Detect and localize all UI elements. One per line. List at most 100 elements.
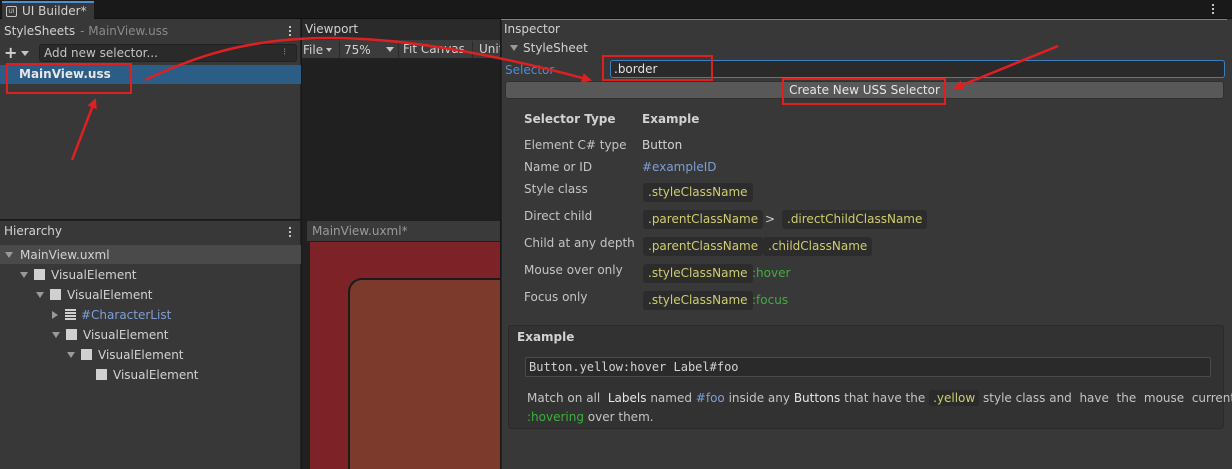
- collapsed-arrow-icon[interactable]: [52, 310, 58, 319]
- hierarchy-node-label: #CharacterList: [81, 307, 172, 322]
- file-menu-label: File: [303, 42, 324, 57]
- visual-element-icon: [66, 329, 77, 340]
- row-label-hover: Mouse over only: [524, 263, 623, 277]
- desc-text: the: [1116, 391, 1137, 405]
- window-tab-bar: [0, 0, 1232, 19]
- example-class-tag: .styleClassName: [643, 183, 753, 202]
- example-direct-child-tag: .directChildClassName: [782, 210, 928, 229]
- hierarchy-node[interactable]: #CharacterList: [52, 305, 171, 324]
- chevron-down-icon: [326, 47, 333, 52]
- inspector-title: Inspector: [504, 22, 560, 36]
- canvas-border-element[interactable]: [348, 278, 500, 469]
- expand-arrow-icon[interactable]: [52, 331, 60, 338]
- example-description-line-1: Match on all Labels named #foo inside an…: [527, 390, 1232, 408]
- annotation-box-selector-input: [602, 55, 713, 81]
- stylesheets-menu-icon[interactable]: [286, 26, 294, 36]
- table-header-type: Selector Type: [524, 112, 616, 126]
- viewport-title: Viewport: [305, 22, 359, 36]
- row-label-class: Style class: [524, 182, 588, 196]
- hierarchy-node-label: VisualElement: [51, 267, 137, 282]
- expand-arrow-icon[interactable]: [67, 351, 75, 358]
- fit-canvas-button[interactable]: Fit Canvas: [398, 41, 468, 58]
- selector-label: Selector: [505, 63, 555, 77]
- hierarchy-node-label: VisualElement: [83, 327, 169, 342]
- example-focus-pseudo: :focus: [752, 293, 789, 307]
- unity-menu-label: Unit: [479, 42, 500, 56]
- example-hover-class-tag: .styleClassName: [643, 264, 753, 283]
- zoom-value: 75%: [344, 42, 371, 57]
- add-selector-options-icon[interactable]: ⁝: [283, 47, 286, 59]
- document-title: MainView.uxml*: [312, 224, 408, 238]
- desc-yellow-tag: .yellow: [929, 390, 980, 406]
- row-label-focus: Focus only: [524, 290, 588, 304]
- list-view-icon: [65, 309, 76, 320]
- fit-canvas-label: Fit Canvas: [403, 42, 465, 56]
- chevron-down-icon: [386, 47, 394, 52]
- example-focus-class-tag: .styleClassName: [643, 291, 753, 310]
- example-direct-parent-tag: .parentClassName: [643, 210, 764, 229]
- desc-text: style class and: [983, 391, 1072, 405]
- desc-text: named: [650, 391, 692, 405]
- desc-text: that have the: [844, 391, 926, 405]
- visual-element-icon: [50, 289, 61, 300]
- zoom-dropdown[interactable]: 75%: [339, 41, 397, 58]
- row-label-direct-child: Direct child: [524, 209, 593, 223]
- example-code: Button.yellow:hover Label#foo: [529, 360, 739, 374]
- stylesheets-subtitle: - MainView.uss: [80, 23, 169, 38]
- example-element-type: Button: [642, 138, 683, 152]
- example-box-title: Example: [517, 330, 575, 344]
- desc-text: Match on all: [527, 391, 601, 405]
- example-depth-parent-tag: .parentClassName: [643, 237, 764, 256]
- unity-menu-truncated[interactable]: Unit: [472, 41, 500, 58]
- hierarchy-root-row[interactable]: MainView.uxml: [0, 245, 301, 264]
- example-direct-separator: >: [765, 212, 776, 226]
- annotation-box-stylesheet: [6, 63, 132, 94]
- desc-text: over them.: [587, 410, 654, 424]
- desc-text: inside any: [728, 391, 790, 405]
- expand-arrow-icon: [510, 45, 518, 51]
- hierarchy-menu-icon[interactable]: [286, 227, 294, 237]
- visual-element-icon: [96, 369, 107, 380]
- hierarchy-node-label: VisualElement: [98, 347, 184, 362]
- chevron-down-icon: [21, 50, 30, 56]
- window-tab[interactable]: UI UI Builder*: [2, 1, 94, 19]
- file-menu[interactable]: File: [303, 41, 333, 58]
- add-stylesheet-button[interactable]: +: [4, 45, 36, 61]
- hierarchy-root-label: MainView.uxml: [20, 247, 110, 262]
- desc-labels: Labels: [607, 391, 647, 405]
- viewport-header: Viewport: [302, 19, 500, 40]
- add-selector-placeholder: Add new selector...: [44, 46, 158, 60]
- stylesheet-section-label: StyleSheet: [523, 41, 588, 55]
- example-name: #exampleID: [642, 160, 717, 174]
- hierarchy-node[interactable]: VisualElement: [96, 365, 199, 384]
- expand-arrow-icon[interactable]: [20, 271, 28, 278]
- plus-icon: +: [4, 43, 18, 62]
- example-depth-child-tag: .childClassName: [763, 237, 873, 256]
- expand-arrow-icon[interactable]: [5, 251, 13, 258]
- hierarchy-header: Hierarchy: [0, 221, 301, 243]
- add-selector-input[interactable]: Add new selector...: [39, 44, 297, 62]
- table-header-example: Example: [642, 112, 700, 126]
- desc-text: currently: [1191, 391, 1232, 405]
- annotation-box-create-button: [782, 78, 946, 105]
- stylesheet-foldout[interactable]: StyleSheet: [510, 40, 588, 56]
- row-label-element-type: Element C# type: [524, 138, 627, 152]
- hierarchy-node[interactable]: VisualElement: [52, 325, 169, 344]
- hierarchy-node[interactable]: VisualElement: [36, 285, 153, 304]
- hierarchy-node[interactable]: VisualElement: [20, 265, 137, 284]
- example-hover-pseudo: :hover: [752, 266, 791, 280]
- expand-arrow-icon[interactable]: [36, 291, 44, 298]
- desc-buttons: Buttons: [793, 391, 841, 405]
- hierarchy-node[interactable]: VisualElement: [67, 345, 184, 364]
- visual-element-icon: [81, 349, 92, 360]
- visual-element-icon: [34, 269, 45, 280]
- ui-builder-icon: UI: [6, 5, 17, 17]
- desc-text: mouse: [1143, 391, 1185, 405]
- hierarchy-node-label: VisualElement: [113, 367, 199, 382]
- hierarchy-node-label: VisualElement: [67, 287, 153, 302]
- inspector-header: Inspector: [501, 19, 1227, 39]
- hierarchy-title: Hierarchy: [4, 224, 63, 238]
- stylesheets-header: StyleSheets - MainView.uss: [0, 19, 301, 42]
- stylesheets-title: StyleSheets: [4, 23, 76, 38]
- window-menu-icon[interactable]: [1209, 4, 1217, 14]
